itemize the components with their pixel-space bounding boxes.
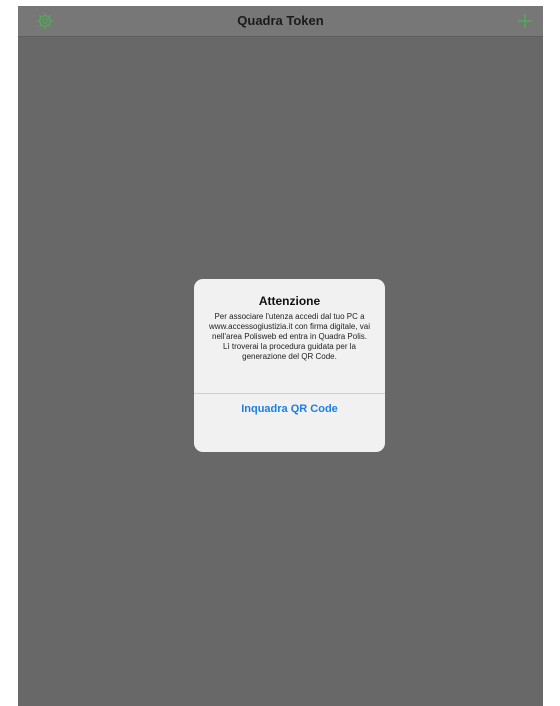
alert-dialog: Attenzione Per associare l'utenza accedi… (194, 279, 385, 452)
app-screen: Quadra Token Attenzione Per associare l'… (18, 6, 543, 706)
nav-title: Quadra Token (237, 13, 324, 28)
add-button[interactable] (515, 11, 535, 31)
navigation-bar: Quadra Token (18, 6, 543, 37)
scan-qr-code-button[interactable]: Inquadra QR Code (194, 394, 385, 424)
plus-icon (518, 14, 532, 28)
alert-message: Per associare l'utenza accedi dal tuo PC… (209, 312, 370, 361)
alert-title: Attenzione (258, 294, 321, 308)
